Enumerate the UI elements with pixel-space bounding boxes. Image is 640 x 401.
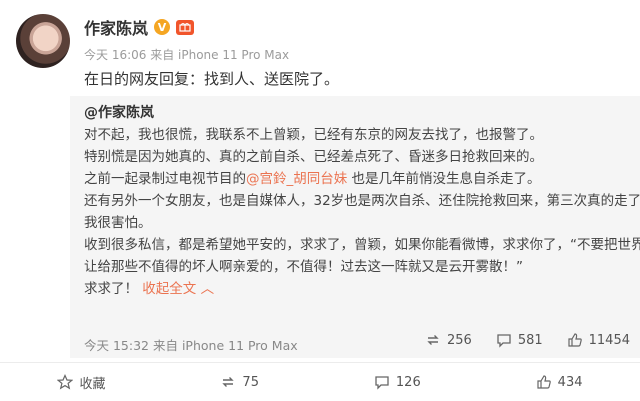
repost-icon	[222, 377, 235, 387]
quoted-line: 还有另外一个女朋友，也是自媒体人，32岁也是两次自杀、还住院抢救回来，第三次真的…	[84, 193, 640, 209]
quoted-line: 我很害怕。	[84, 215, 152, 231]
quoted-line: 求求了！ 收起全文 ︿	[84, 278, 632, 300]
quoted-author[interactable]: @作家陈岚	[84, 102, 632, 124]
comment-button[interactable]: 126	[374, 374, 421, 390]
quoted-comment-count: 581	[517, 332, 543, 348]
gift-badge-icon[interactable]	[176, 19, 195, 35]
like-button[interactable]: 434	[536, 374, 583, 390]
repost-count: 75	[242, 374, 259, 390]
comment-count: 126	[395, 374, 421, 390]
comment-icon	[497, 334, 511, 348]
like-icon	[537, 375, 551, 389]
quoted-repost-count: 256	[446, 332, 472, 348]
collapse-link[interactable]: 收起全文 ︿	[142, 281, 214, 297]
author-name[interactable]: 作家陈岚	[84, 15, 148, 39]
action-toolbar: 收藏 75 126 434	[0, 363, 640, 401]
quoted-post[interactable]: @作家陈岚 对不起，我也很慌，我联系不上曾颖，已经有东京的网友去找了，也报警了。…	[70, 96, 640, 358]
quoted-like-count: 11454	[588, 332, 630, 348]
quoted-like-stat[interactable]: 11454	[567, 332, 630, 348]
post-text: 在日的网友回复：找到人、送医院了。	[84, 70, 340, 88]
author-row: 作家陈岚 V	[84, 15, 195, 39]
mention-link[interactable]: @宫鈴_胡同台妹	[246, 171, 347, 187]
quoted-stats: 256 581 11454	[425, 332, 630, 348]
like-count: 434	[557, 374, 583, 390]
quoted-text: 求求了！	[84, 281, 143, 297]
quoted-line: 之前一起录制过电视节目的@宫鈴_胡同台妹 也是几年前悄没生息自杀走了。	[84, 168, 632, 190]
quoted-line: 对不起，我也很慌，我联系不上曾颖，已经有东京的网友去找了，也报警了。	[84, 127, 543, 143]
comment-icon	[375, 376, 389, 390]
quoted-text: 之前一起录制过电视节目的	[84, 171, 246, 187]
quoted-repost-stat[interactable]: 256	[425, 332, 472, 348]
verified-v-icon: V	[154, 19, 171, 35]
quoted-line: 收到很多私信，都是希望她平安的，求求了，曾颖，如果你能看微博，求求你了，“不要把…	[84, 237, 640, 253]
favorite-button[interactable]: 收藏	[57, 373, 105, 392]
like-icon	[568, 333, 582, 347]
quoted-line: 特别慌是因为她真的、真的之前自杀、已经差点死了、昏迷多日抢救回来的。	[84, 149, 543, 165]
quoted-timestamp: 今天 15:32 来自 iPhone 11 Pro Max	[84, 338, 298, 353]
post-timestamp: 今天 16:06 来自 iPhone 11 Pro Max	[84, 48, 290, 62]
star-icon	[57, 374, 74, 390]
quoted-line: 让给那些不值得的坏人啊亲爱的，不值得！过去这一阵就又是云开雾散！”	[84, 259, 523, 275]
repost-icon	[427, 335, 439, 345]
favorite-label: 收藏	[79, 376, 106, 392]
repost-button[interactable]: 75	[220, 374, 259, 390]
avatar[interactable]	[16, 14, 70, 68]
quoted-comment-stat[interactable]: 581	[496, 332, 543, 348]
quoted-text: 也是几年前悄没生息自杀走了。	[347, 171, 541, 187]
